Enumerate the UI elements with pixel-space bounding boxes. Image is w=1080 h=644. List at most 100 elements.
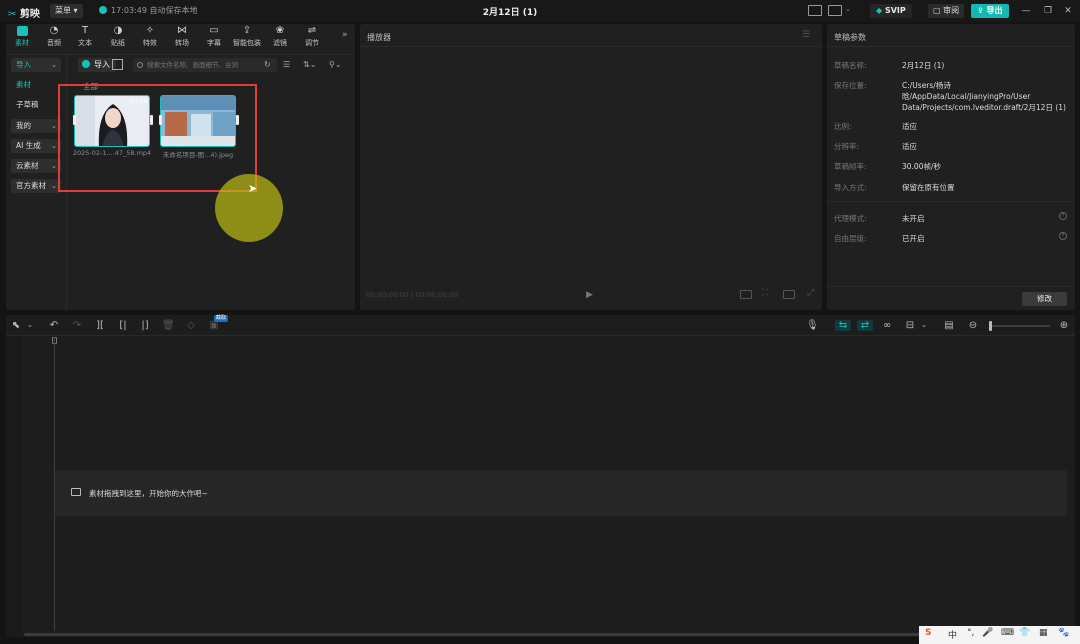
smart-pack-icon: ⇪ bbox=[242, 25, 252, 36]
toolbox-icon[interactable]: ▦ bbox=[1039, 628, 1048, 638]
chevron-down-icon[interactable]: ⌄ bbox=[845, 5, 851, 13]
text-icon: T bbox=[81, 25, 89, 36]
main-track-magnet-icon[interactable]: ⇆ bbox=[835, 320, 851, 331]
split-icon[interactable]: ][ bbox=[94, 320, 106, 331]
refresh-icon[interactable]: ↻ bbox=[264, 60, 271, 69]
tool-smart-pack[interactable]: ⇪ 智能包装 bbox=[231, 26, 263, 48]
svip-button[interactable]: ◆ SVIP bbox=[870, 4, 912, 18]
chevron-down-icon[interactable]: ⌄ bbox=[24, 320, 36, 331]
title-bar: ✂ 剪映 菜单 ▾ 17:03:49 自动保存本地 2月12日 (1) ⌄ ◆ … bbox=[0, 0, 1080, 22]
track-header-column bbox=[6, 336, 22, 637]
chevron-down-icon[interactable]: ⌄ bbox=[918, 320, 930, 331]
sidebar-item-official-media[interactable]: 官方素材 ⌄ bbox=[11, 179, 61, 193]
split-left-icon[interactable]: [| bbox=[117, 320, 129, 331]
sidebar-item-ai-generate[interactable]: AI 生成 ⌄ bbox=[11, 139, 61, 153]
media-icon bbox=[16, 26, 28, 36]
microphone-icon[interactable]: 🎙 bbox=[806, 320, 819, 331]
tool-audio[interactable]: ◔ 音频 bbox=[39, 26, 69, 48]
tool-media[interactable]: 素材 bbox=[7, 26, 37, 48]
menu-icon[interactable]: ☰ bbox=[802, 30, 810, 40]
mouse-pointer-icon: ➤ bbox=[248, 182, 258, 195]
shield-icon[interactable]: ◇ bbox=[185, 320, 197, 331]
zoom-slider-knob[interactable] bbox=[989, 321, 992, 331]
params-title: 草稿参数 bbox=[834, 33, 866, 42]
export-icon: ⇪ bbox=[977, 6, 984, 15]
caption-icon[interactable]: ▤ bbox=[943, 320, 955, 331]
tool-text[interactable]: T 文本 bbox=[70, 26, 100, 48]
divider bbox=[827, 46, 1075, 47]
expand-icon[interactable]: » bbox=[342, 30, 348, 40]
audio-icon: ◔ bbox=[49, 25, 59, 36]
drop-zone[interactable]: 素材拖拽到这里，开始你的大作吧~ bbox=[55, 470, 1067, 516]
sidebar-item-sub-draft[interactable]: 子草稿 bbox=[11, 98, 61, 112]
select-tool-icon[interactable]: ⬉ bbox=[10, 320, 22, 331]
app-logo: ✂ 剪映 bbox=[8, 9, 40, 20]
review-icon: ▢ bbox=[933, 6, 941, 15]
zoom-in-icon[interactable]: ⊕ bbox=[1058, 320, 1070, 331]
import-button[interactable]: 导入 bbox=[78, 58, 116, 72]
punctuation-icon[interactable]: °, bbox=[967, 628, 974, 638]
help-icon[interactable]: ? bbox=[1059, 212, 1067, 220]
modify-button[interactable]: 修改 bbox=[1022, 292, 1067, 306]
tool-filter[interactable]: ❀ 滤镜 bbox=[265, 26, 295, 48]
capture-badge: 截取 bbox=[214, 315, 229, 322]
tool-subtitle[interactable]: ▭ 字幕 bbox=[199, 26, 229, 48]
film-icon bbox=[71, 488, 81, 496]
keyboard-icon[interactable]: ⌨ bbox=[1001, 628, 1014, 638]
sidebar-item-cloud-media[interactable]: 云素材 ⌄ bbox=[11, 159, 61, 173]
split-right-icon[interactable]: |] bbox=[139, 320, 151, 331]
auto-snap-icon[interactable]: ⇄ bbox=[857, 320, 873, 331]
export-button[interactable]: ⇪ 导出 bbox=[971, 4, 1009, 18]
maximize-button[interactable]: ❐ bbox=[1042, 5, 1054, 17]
subtitle-icon: ▭ bbox=[209, 25, 219, 36]
zoom-slider[interactable] bbox=[992, 325, 1050, 327]
close-button[interactable]: ✕ bbox=[1062, 5, 1074, 17]
microphone-icon[interactable]: 🎤 bbox=[982, 628, 993, 638]
player-title: 播放器 bbox=[367, 33, 391, 42]
zoom-out-icon[interactable]: ⊖ bbox=[967, 320, 979, 331]
grid-view-icon[interactable] bbox=[112, 59, 123, 70]
ratio-icon[interactable] bbox=[740, 290, 752, 299]
sidebar-item-import[interactable]: 导入 ⌄ bbox=[11, 58, 61, 72]
timeline-panel: ⬉ ⌄ ↶ ↷ ][ [| |] 🗑 ◇ ▣ 截取 🎙 ⇆ ⇄ ∞ ⊟ ⌄ ▤ … bbox=[6, 315, 1075, 637]
sidebar-item-mine[interactable]: 我的 ⌄ bbox=[11, 119, 61, 133]
tool-sticker[interactable]: ◑ 贴纸 bbox=[103, 26, 133, 48]
layout-icon[interactable] bbox=[828, 5, 842, 16]
redo-icon[interactable]: ↷ bbox=[71, 320, 83, 331]
ratio-icon[interactable] bbox=[783, 290, 795, 299]
minimize-button[interactable]: — bbox=[1020, 5, 1032, 17]
filter-dropdown-icon[interactable]: ⚲⌄ bbox=[329, 60, 342, 69]
ime-mode-toggle[interactable]: 中 bbox=[948, 628, 957, 641]
plus-icon bbox=[82, 60, 90, 68]
undo-icon[interactable]: ↶ bbox=[48, 320, 60, 331]
draft-params-panel: 草稿参数 草稿名称: 2月12日 (1) 保存位置: C:/Users/杨诗晗/Ap… bbox=[827, 24, 1075, 310]
link-icon[interactable]: ∞ bbox=[881, 320, 893, 331]
play-icon[interactable]: ▶ bbox=[586, 290, 593, 300]
tool-transition[interactable]: ⋈ 转场 bbox=[167, 26, 197, 48]
delete-icon[interactable]: 🗑 bbox=[162, 320, 175, 331]
help-icon[interactable]: ? bbox=[1059, 232, 1067, 240]
search-input[interactable] bbox=[133, 58, 277, 72]
list-view-icon[interactable]: ☰ bbox=[283, 60, 290, 69]
preview-axis-icon[interactable]: ⊟ bbox=[904, 320, 916, 331]
menu-button[interactable]: 菜单 ▾ bbox=[50, 4, 83, 18]
horizontal-scrollbar[interactable] bbox=[24, 633, 1059, 636]
mascot-icon[interactable]: 🐾 bbox=[1058, 628, 1069, 638]
tool-adjust[interactable]: ⇌ 调节 bbox=[297, 26, 327, 48]
sidebar-item-media[interactable]: 素材 bbox=[11, 78, 61, 92]
divider bbox=[360, 46, 822, 47]
screen-icon[interactable] bbox=[808, 5, 822, 16]
fullscreen-icon[interactable]: ⤢ bbox=[807, 288, 814, 298]
transition-icon: ⋈ bbox=[177, 25, 187, 36]
divider bbox=[6, 335, 1075, 336]
crop-icon[interactable]: ⛶ bbox=[762, 288, 768, 298]
review-button[interactable]: ▢ 审阅 bbox=[928, 4, 965, 18]
player-panel: 播放器 ☰ 00:00:00:00 / 00:00:00:00 ▶ ⛶ ⤢ bbox=[360, 24, 822, 310]
effects-icon: ✧ bbox=[145, 25, 155, 36]
sogou-logo-icon[interactable]: S bbox=[925, 628, 931, 638]
sort-icon[interactable]: ⇅⌄ bbox=[303, 60, 316, 69]
check-icon bbox=[99, 6, 107, 14]
autosave-status: 17:03:49 自动保存本地 bbox=[99, 5, 197, 16]
skin-icon[interactable]: 👕 bbox=[1019, 628, 1030, 638]
tool-effects[interactable]: ✧ 特效 bbox=[135, 26, 165, 48]
